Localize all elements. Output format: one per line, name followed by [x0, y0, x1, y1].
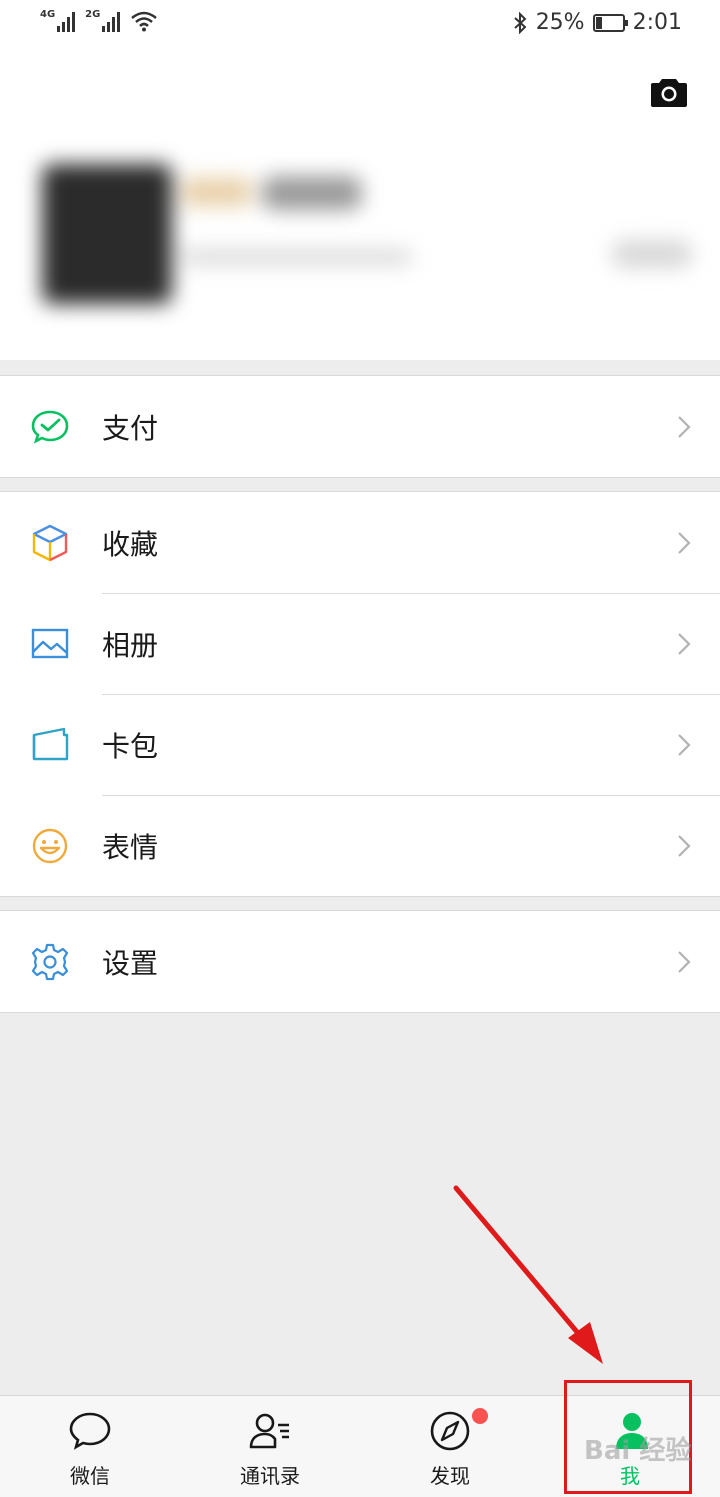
- watermark-text: Bai 经验: [584, 1436, 692, 1466]
- annotation-arrow-icon: [453, 1185, 603, 1364]
